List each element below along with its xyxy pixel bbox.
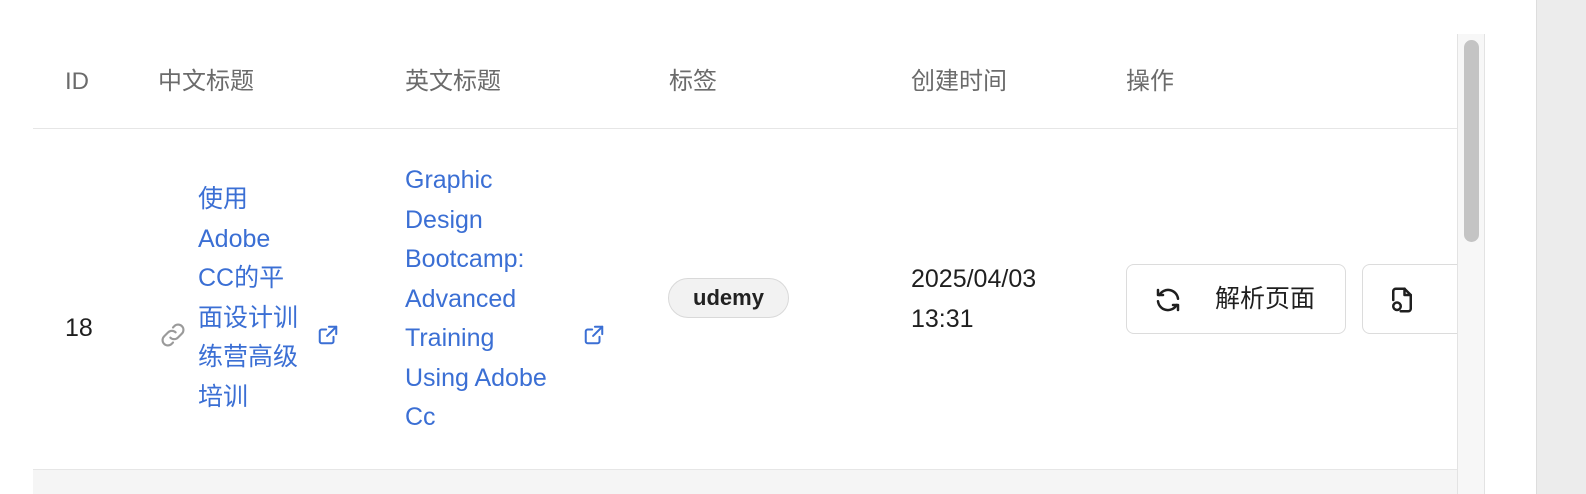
zh-title-link[interactable]: 使用 Adobe CC的平 面设计训 练营高级 培训 xyxy=(198,180,298,417)
external-link-icon[interactable] xyxy=(583,324,605,346)
column-header-id[interactable]: ID xyxy=(65,68,89,96)
refresh-icon xyxy=(1156,288,1180,312)
document-icon xyxy=(1392,287,1412,313)
created-date: 2025/04/03 xyxy=(911,265,1037,293)
zh-title-line: 培训 xyxy=(198,382,249,411)
en-title-line: Using Adobe xyxy=(405,363,547,392)
document-action-button[interactable] xyxy=(1362,264,1457,334)
window-edge xyxy=(1536,0,1586,494)
column-header-created-time[interactable]: 创建时间 xyxy=(911,68,1007,96)
next-row-area xyxy=(33,470,1457,494)
created-time: 2025/04/03 13:31 xyxy=(911,260,1036,339)
column-header-zh-title[interactable]: 中文标题 xyxy=(158,68,254,96)
external-link-icon[interactable] xyxy=(317,324,339,346)
en-title-line: Advanced xyxy=(405,284,517,313)
data-table: ID 中文标题 英文标题 标签 创建时间 操作 18 使用 Adobe CC的平… xyxy=(33,34,1457,494)
link-icon[interactable] xyxy=(157,319,189,351)
vertical-scrollbar[interactable] xyxy=(1457,34,1485,494)
en-title-line: Training xyxy=(405,324,495,352)
en-title-line: Design xyxy=(405,205,483,234)
table-row: 18 使用 Adobe CC的平 面设计训 练营高级 培训 Graphic De… xyxy=(33,129,1457,470)
zh-title-line: 练营高级 xyxy=(198,343,299,371)
zh-title-line: 使用 xyxy=(198,185,249,213)
column-header-actions[interactable]: 操作 xyxy=(1126,68,1174,96)
row-id: 18 xyxy=(65,314,93,342)
en-title-line: Bootcamp: xyxy=(405,245,525,273)
zh-title-line: CC的平 xyxy=(198,264,285,292)
zh-title-line: 面设计训 xyxy=(198,303,299,332)
parse-page-label: 解析页面 xyxy=(1215,285,1316,313)
en-title-line: Graphic xyxy=(405,166,493,194)
column-header-en-title[interactable]: 英文标题 xyxy=(405,68,501,96)
parse-page-button[interactable]: 解析页面 xyxy=(1126,264,1346,334)
en-title-line: Cc xyxy=(405,403,436,431)
tag-badge: udemy xyxy=(668,278,789,318)
table-header-row: ID 中文标题 英文标题 标签 创建时间 操作 xyxy=(33,34,1457,129)
zh-title-line: Adobe xyxy=(198,224,271,253)
en-title-link[interactable]: Graphic Design Bootcamp: Advanced Traini… xyxy=(405,161,547,438)
created-clock: 13:31 xyxy=(911,304,974,333)
scrollbar-thumb[interactable] xyxy=(1464,40,1479,242)
column-header-tag[interactable]: 标签 xyxy=(669,68,717,96)
